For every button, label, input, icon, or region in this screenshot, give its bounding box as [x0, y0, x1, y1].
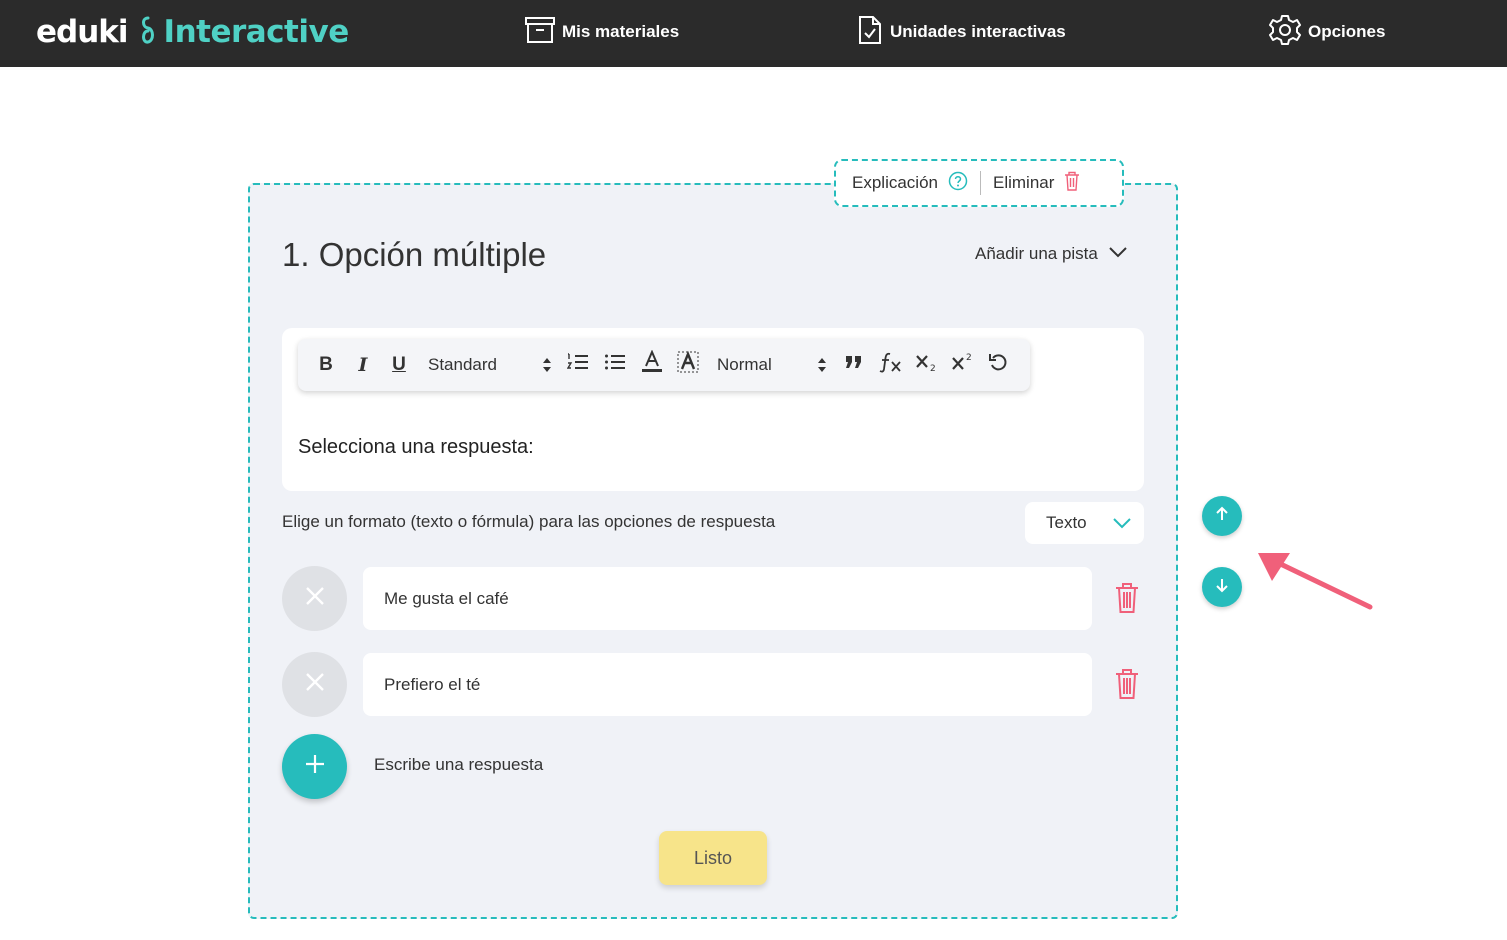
arrow-down-icon	[1214, 577, 1230, 598]
document-check-icon	[856, 15, 890, 50]
answer-format-label: Elige un formato (texto o fórmula) para …	[282, 512, 776, 531]
nav-my-materials-label: Mis materiales	[562, 22, 680, 41]
font-family-value: Standard	[428, 355, 497, 374]
archive-box-icon	[524, 15, 562, 50]
subscript-icon: 2	[915, 352, 939, 378]
nav-interactive-units[interactable]: Unidades interactivas	[856, 14, 1066, 50]
editor-toolbar: B I U Standard Normal 2 2	[298, 339, 1030, 391]
arrow-up-icon	[1214, 506, 1230, 527]
logo-eduki-text: eduki	[36, 14, 129, 50]
plus-icon	[304, 753, 326, 780]
svg-text:2: 2	[966, 353, 972, 363]
logo-interactive-text: Interactive	[163, 14, 350, 50]
ordered-list-button[interactable]	[566, 339, 590, 391]
move-question-down-button[interactable]	[1202, 567, 1242, 607]
nav-my-materials[interactable]: Mis materiales	[524, 14, 679, 50]
text-color-icon	[641, 349, 663, 380]
add-answer-button[interactable]	[282, 734, 347, 799]
ordered-list-icon	[566, 352, 589, 378]
undo-arrow-icon	[988, 352, 1008, 378]
answer-row: Me gusta el café	[282, 566, 1144, 631]
delete-answer-button[interactable]	[1114, 668, 1140, 705]
mark-incorrect-toggle[interactable]	[282, 566, 347, 631]
select-arrows-icon	[542, 357, 552, 378]
delete-answer-button[interactable]	[1114, 582, 1140, 619]
font-size-select[interactable]: Normal	[717, 339, 829, 391]
answer-text: Me gusta el café	[384, 588, 509, 608]
background-color-icon	[677, 350, 699, 380]
answer-input[interactable]: Prefiero el té	[363, 653, 1092, 716]
font-size-value: Normal	[717, 355, 772, 374]
blockquote-button[interactable]	[842, 339, 866, 391]
answer-input[interactable]: Me gusta el café	[363, 567, 1092, 630]
answer-row: Prefiero el té	[282, 652, 1144, 717]
bullet-list-button[interactable]	[603, 339, 627, 391]
bullet-list-icon	[604, 352, 626, 378]
select-arrows-icon	[817, 357, 827, 378]
add-answer-label[interactable]: Escribe una respuesta	[374, 755, 543, 775]
mark-incorrect-toggle[interactable]	[282, 652, 347, 717]
explanation-button[interactable]: Explicación	[852, 171, 968, 196]
italic-button[interactable]: I	[353, 339, 373, 391]
explanation-label: Explicación	[852, 173, 938, 192]
subscript-button[interactable]: 2	[914, 339, 940, 391]
question-title: 1. Opción múltiple	[282, 236, 547, 273]
formula-button[interactable]	[878, 339, 904, 391]
logo-mark-icon	[138, 15, 158, 50]
gear-icon	[1268, 13, 1308, 52]
answer-format-select[interactable]: Texto	[1025, 502, 1144, 544]
annotation-arrow-icon	[1250, 545, 1380, 620]
actions-divider	[980, 171, 981, 195]
background-color-button[interactable]	[676, 339, 700, 391]
text-color-button[interactable]	[640, 339, 664, 391]
eduki-interactive-logo[interactable]: eduki Interactive	[36, 10, 349, 54]
delete-label: Eliminar	[993, 173, 1055, 192]
nav-interactive-units-label: Unidades interactivas	[890, 22, 1066, 41]
question-prompt-text[interactable]: Selecciona una respuesta:	[298, 436, 534, 459]
move-question-up-button[interactable]	[1202, 496, 1242, 536]
close-icon	[304, 671, 326, 698]
answer-text: Prefiero el té	[384, 674, 481, 694]
answer-format-value: Texto	[1046, 513, 1087, 532]
font-family-select[interactable]: Standard	[428, 339, 554, 391]
superscript-icon: 2	[951, 352, 975, 378]
done-button[interactable]: Listo	[659, 831, 767, 885]
chevron-down-icon	[1098, 244, 1128, 264]
trash-icon	[1114, 583, 1140, 618]
delete-question-button[interactable]: Eliminar	[993, 171, 1080, 196]
close-icon	[304, 585, 326, 612]
nav-options[interactable]: Opciones	[1268, 14, 1385, 50]
question-card	[248, 183, 1178, 919]
underline-button[interactable]: U	[389, 339, 409, 391]
svg-text:2: 2	[930, 364, 936, 372]
question-actions-box: Explicación Eliminar	[834, 159, 1124, 207]
bold-button[interactable]: B	[316, 339, 336, 391]
formula-fx-icon	[879, 351, 903, 379]
nav-options-label: Opciones	[1308, 22, 1386, 41]
question-mark-icon	[938, 171, 968, 196]
add-hint-toggle[interactable]: Añadir una pista	[975, 244, 1128, 264]
clear-formatting-button[interactable]	[986, 339, 1010, 391]
superscript-button[interactable]: 2	[950, 339, 976, 391]
top-navigation-bar: eduki Interactive Mis materiales Unidade…	[0, 0, 1507, 67]
add-hint-label: Añadir una pista	[975, 244, 1098, 263]
quote-icon	[844, 354, 864, 376]
trash-icon	[1114, 669, 1140, 704]
trash-icon	[1054, 171, 1080, 196]
